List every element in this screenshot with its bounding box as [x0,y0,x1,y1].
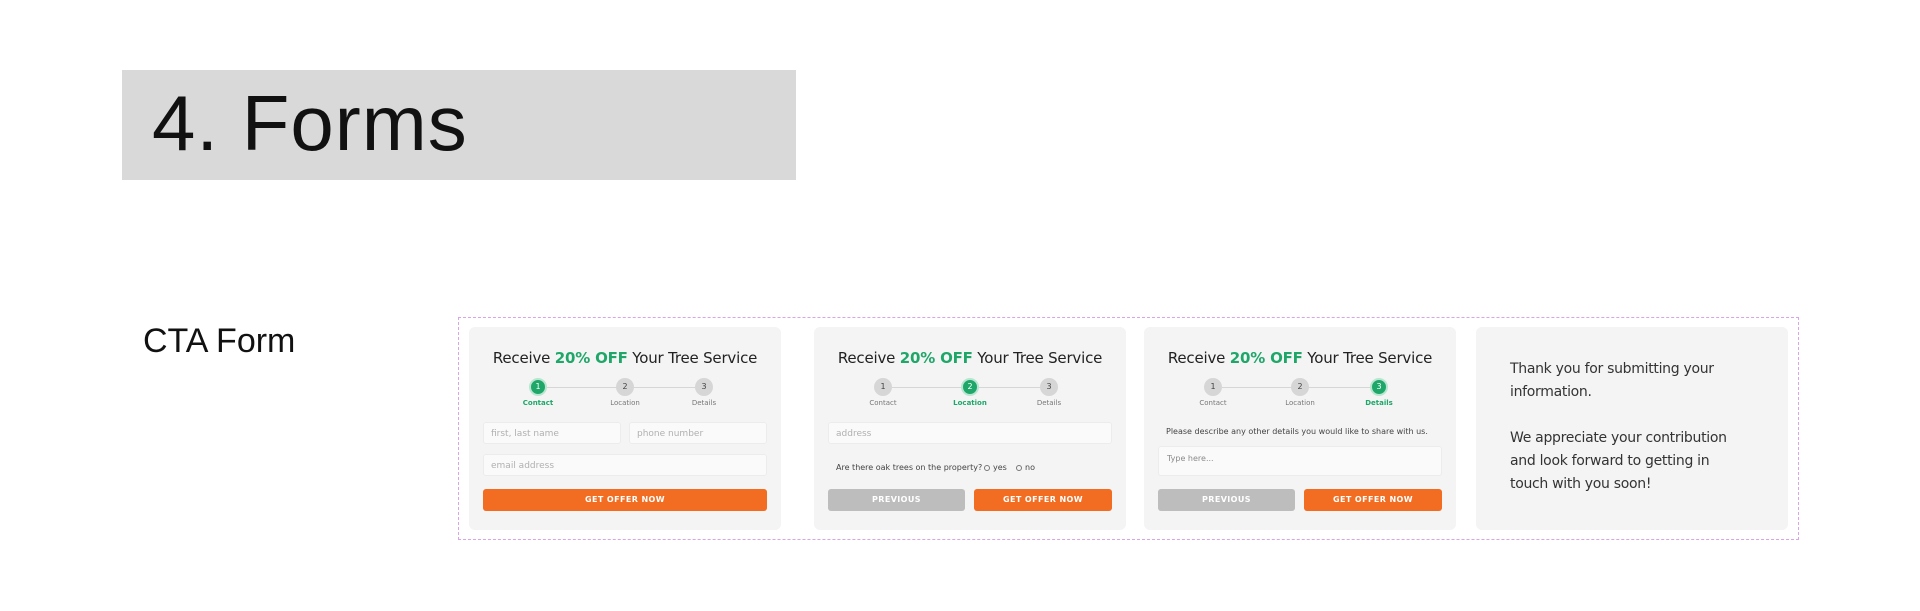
card-title-prefix: Receive [492,349,555,367]
progress-stepper: 1 Contact 2 Location 3 Details [523,378,717,408]
step-location: 2 Location [605,378,645,407]
radio-yes[interactable]: yes [984,463,1007,472]
radio-circle-icon [1016,465,1022,471]
thank-you-line: Thank you for submitting your informatio… [1510,361,1714,400]
card-title-suffix: Your Tree Service [1302,349,1433,367]
radio-circle-icon [984,465,990,471]
thank-you-message: Thank you for submitting your informatio… [1510,358,1750,496]
section-header-banner: 4. Forms [122,70,796,180]
email-input[interactable]: email address [483,454,767,476]
section-title: 4. Forms [152,79,468,167]
appreciation-line: We appreciate your contribution and look… [1510,430,1727,492]
phone-input[interactable]: phone number [629,422,767,444]
form-card-contact: Receive 20% OFF Your Tree Service 1 Cont… [469,327,781,530]
step-details: 3 Details [1359,378,1399,407]
address-input[interactable]: address [828,422,1112,444]
cta-form-frame: Receive 20% OFF Your Tree Service 1 Cont… [458,317,1799,540]
form-card-location: Receive 20% OFF Your Tree Service 1 Cont… [814,327,1126,530]
previous-button[interactable]: PREVIOUS [828,489,965,511]
step-contact: 1 Contact [863,378,903,407]
step-location: 2 Location [1280,378,1320,407]
card-title-highlight: 20% OFF [899,349,973,367]
card-title-prefix: Receive [1167,349,1230,367]
get-offer-button[interactable]: GET OFFER NOW [974,489,1112,511]
get-offer-button[interactable]: GET OFFER NOW [483,489,767,511]
step-details: 3 Details [684,378,724,407]
step-contact: 1 Contact [1193,378,1233,407]
previous-button[interactable]: PREVIOUS [1158,489,1295,511]
progress-stepper: 1 Contact 2 Location 3 Details [869,378,1062,408]
card-title-highlight: 20% OFF [554,349,628,367]
radio-no[interactable]: no [1016,463,1035,472]
card-title-suffix: Your Tree Service [627,349,758,367]
card-title: Receive 20% OFF Your Tree Service [1144,349,1456,367]
details-prompt: Please describe any other details you wo… [1166,427,1428,436]
step-contact: 1 Contact [518,378,558,407]
oak-trees-question: Are there oak trees on the property? [836,463,983,472]
card-title-suffix: Your Tree Service [972,349,1103,367]
card-title-highlight: 20% OFF [1229,349,1303,367]
get-offer-button[interactable]: GET OFFER NOW [1304,489,1442,511]
progress-stepper: 1 Contact 2 Location 3 Details [1199,378,1393,408]
card-title: Receive 20% OFF Your Tree Service [814,349,1126,367]
cta-form-label: CTA Form [143,322,296,360]
form-card-details: Receive 20% OFF Your Tree Service 1 Cont… [1144,327,1456,530]
name-input[interactable]: first, last name [483,422,621,444]
card-title-prefix: Receive [837,349,900,367]
form-card-thank-you: Thank you for submitting your informatio… [1476,327,1788,530]
card-title: Receive 20% OFF Your Tree Service [469,349,781,367]
step-details: 3 Details [1029,378,1069,407]
step-location: 2 Location [950,378,990,407]
details-textarea[interactable]: Type here... [1158,446,1442,476]
